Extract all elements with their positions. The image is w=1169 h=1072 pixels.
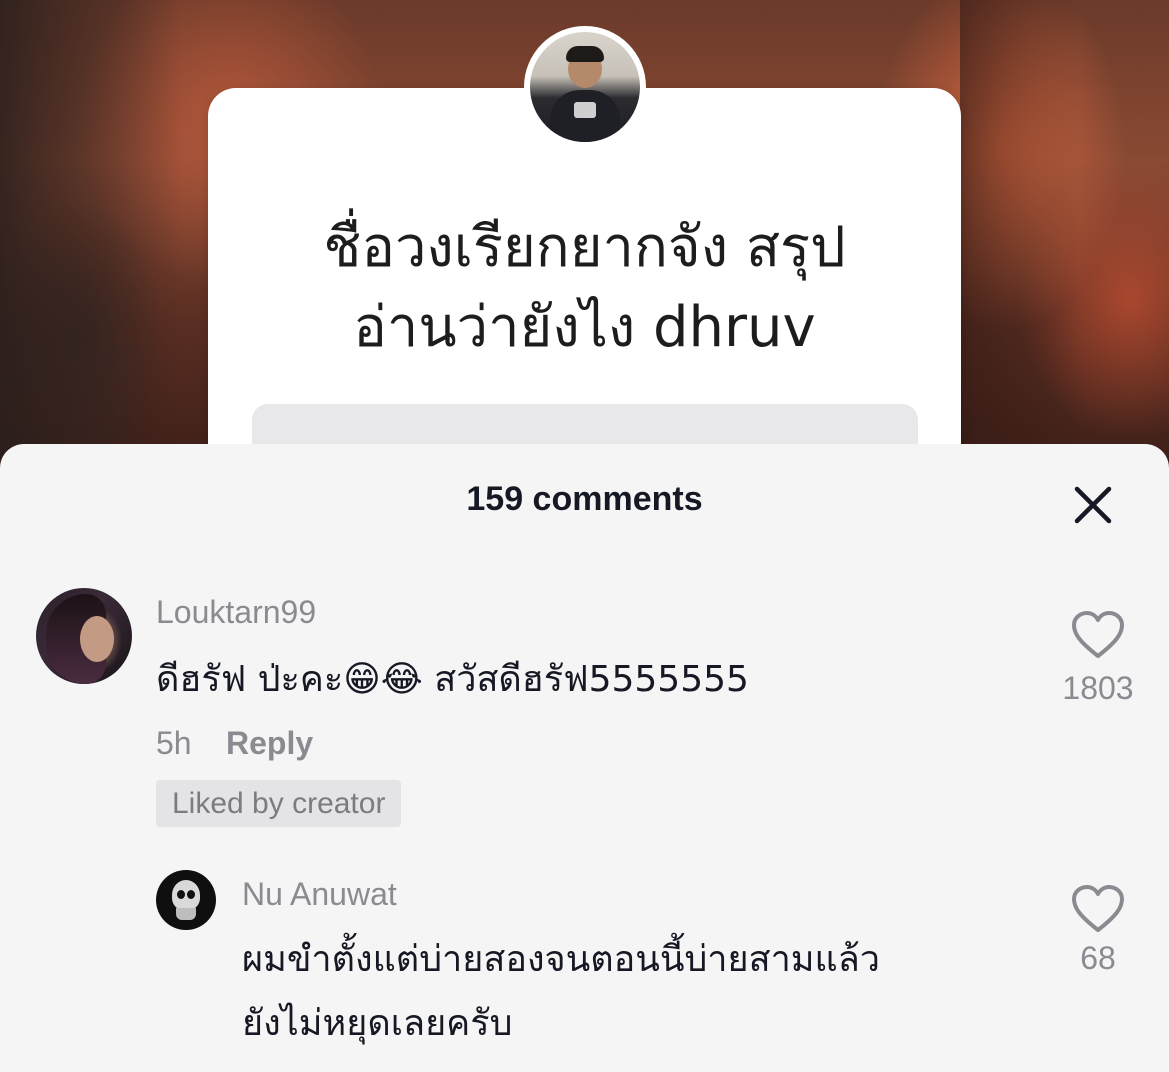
like-button[interactable] xyxy=(1070,884,1126,934)
avatar[interactable] xyxy=(36,588,132,684)
close-icon xyxy=(1074,486,1112,524)
screen: ชื่อวงเรียกยากจัง สรุป อ่านว่ายังไง dhru… xyxy=(0,0,1169,1072)
question-text: ชื่อวงเรียกยากจัง สรุป อ่านว่ายังไง dhru… xyxy=(208,208,961,368)
like-count: 68 xyxy=(1080,940,1116,976)
heart-icon xyxy=(1072,885,1124,932)
comment-text: ผมขำตั้งแต่บ่ายสองจนตอนนี้บ่ายสามแล้ว ยั… xyxy=(242,928,880,1056)
comments-sheet: 159 comments Louktarn99 ดีฮรัฟ ป่ะคะ😁😂 ส… xyxy=(0,444,1169,1072)
question-asker-avatar xyxy=(524,26,646,148)
comment-text: ดีฮรัฟ ป่ะคะ😁😂 สวัสดีฮรัฟ5555555 xyxy=(156,659,749,700)
reply-button[interactable]: Reply xyxy=(226,725,313,762)
question-line-2: อ่านว่ายังไง dhruv xyxy=(353,295,816,360)
liked-by-creator-badge: Liked by creator xyxy=(156,780,402,827)
like-button[interactable] xyxy=(1070,610,1126,660)
comment-text-line-1: ผมขำตั้งแต่บ่ายสองจนตอนนี้บ่ายสามแล้ว xyxy=(242,939,880,980)
avatar[interactable] xyxy=(156,870,216,930)
question-line-1: ชื่อวงเรียกยากจัง สรุป xyxy=(323,215,846,280)
comment-username[interactable]: Louktarn99 xyxy=(156,594,316,631)
comment-username[interactable]: Nu Anuwat xyxy=(242,876,397,913)
close-button[interactable] xyxy=(1064,476,1122,534)
heart-icon xyxy=(1072,611,1124,658)
comment-timestamp: 5h xyxy=(156,725,192,761)
comments-count-title: 159 comments xyxy=(466,480,703,518)
comment-text-line-2: ยังไม่หยุดเลยครับ xyxy=(242,1003,513,1044)
like-count: 1803 xyxy=(1062,670,1134,706)
